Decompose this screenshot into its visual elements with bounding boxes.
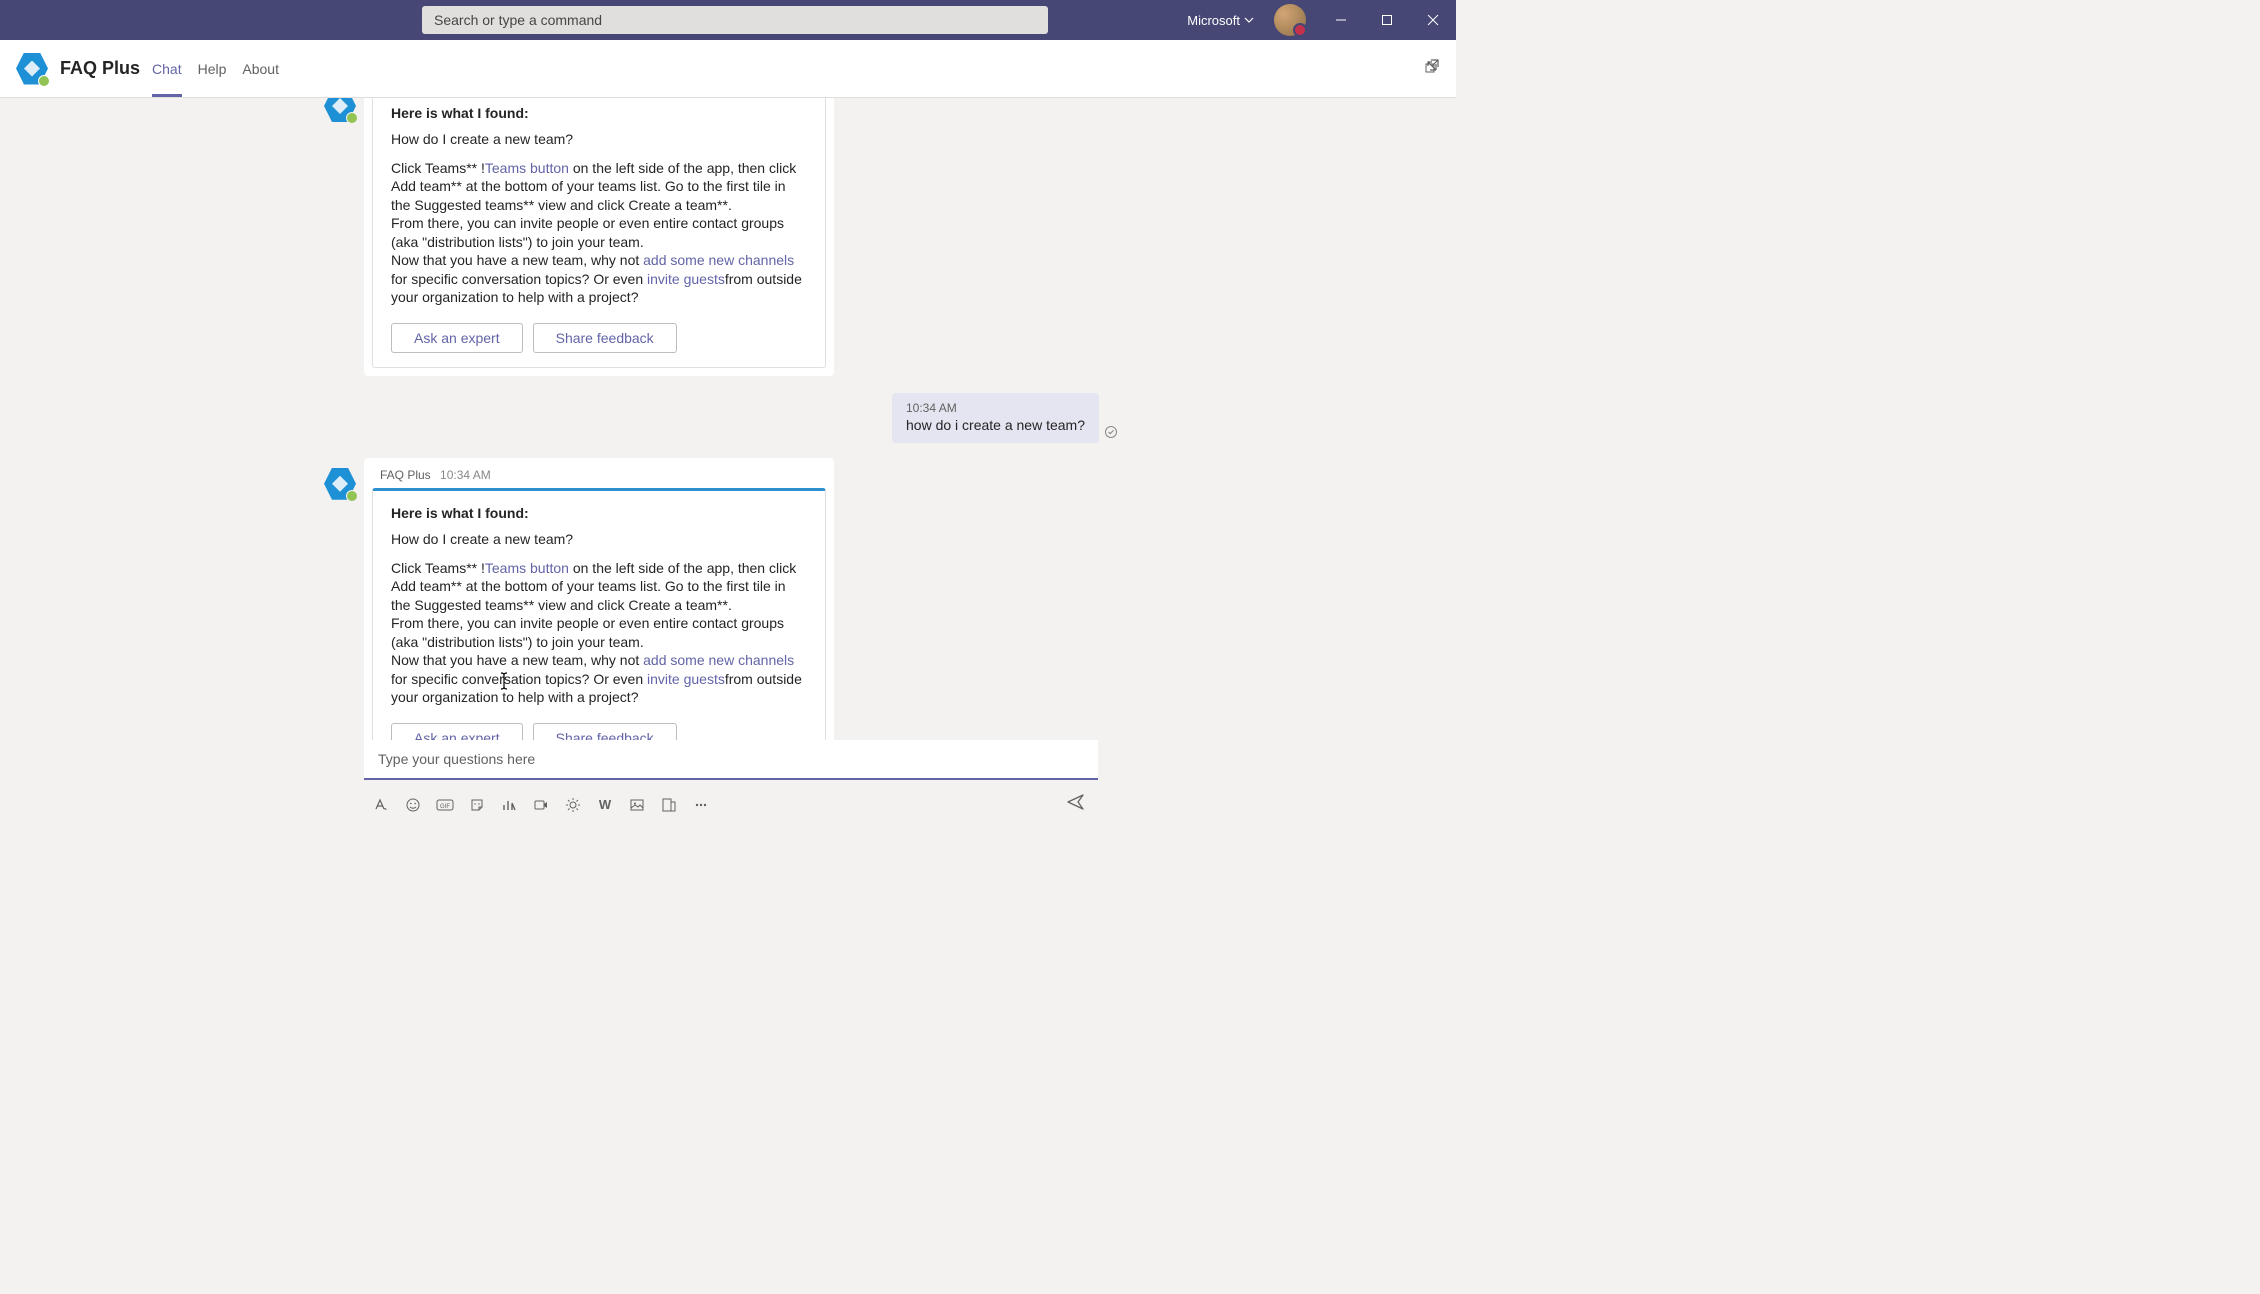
- format-icon[interactable]: [368, 792, 394, 818]
- news-icon[interactable]: [656, 792, 682, 818]
- minimize-button[interactable]: [1318, 0, 1364, 40]
- org-label: Microsoft: [1187, 13, 1240, 28]
- tab-help[interactable]: Help: [198, 40, 227, 97]
- chat-area: Here is what I found: How do I create a …: [0, 98, 1456, 834]
- bot-avatar: [324, 98, 356, 122]
- card-title: Here is what I found:: [391, 105, 807, 121]
- bot-avatar: [324, 468, 356, 500]
- org-dropdown[interactable]: Microsoft: [1179, 13, 1262, 28]
- teams-button-link[interactable]: Teams button: [485, 560, 569, 576]
- send-button[interactable]: [1058, 788, 1094, 821]
- window-controls: [1318, 0, 1456, 40]
- teams-button-link[interactable]: Teams button: [485, 160, 569, 176]
- svg-text:GIF: GIF: [440, 804, 450, 810]
- wiki-icon[interactable]: W: [592, 792, 618, 818]
- bot-message-bubble: Here is what I found: How do I create a …: [364, 98, 834, 376]
- gif-icon[interactable]: GIF: [432, 792, 458, 818]
- titlebar-right: Microsoft: [1179, 0, 1456, 40]
- card-body: Click Teams** !Teams button on the left …: [391, 159, 807, 307]
- search-input[interactable]: Search or type a command: [422, 6, 1048, 34]
- bot-message: Here is what I found: How do I create a …: [324, 98, 1456, 376]
- send-icon: [1066, 792, 1086, 812]
- user-message-text: how do i create a new team?: [906, 417, 1085, 433]
- weather-icon[interactable]: [560, 792, 586, 818]
- close-icon: [1427, 14, 1439, 26]
- search-placeholder: Search or type a command: [434, 12, 602, 28]
- title-bar: Search or type a command Microsoft: [0, 0, 1456, 40]
- message-input[interactable]: [364, 740, 1098, 780]
- card-actions: Ask an expert Share feedback: [391, 723, 807, 741]
- add-channels-link[interactable]: add some new channels: [643, 252, 794, 268]
- minimize-icon: [1335, 14, 1347, 26]
- image-icon[interactable]: [624, 792, 650, 818]
- bot-message-bubble: FAQ Plus 10:34 AM Here is what I found: …: [364, 458, 834, 740]
- bot-message: FAQ Plus 10:34 AM Here is what I found: …: [324, 458, 1456, 740]
- invite-guests-link[interactable]: invite guests: [647, 271, 725, 287]
- chevron-down-icon: [1244, 15, 1254, 25]
- card-title: Here is what I found:: [391, 505, 807, 521]
- stream-icon[interactable]: [528, 792, 554, 818]
- share-feedback-button[interactable]: Share feedback: [533, 323, 677, 353]
- maximize-icon: [1381, 14, 1393, 26]
- card-actions: Ask an expert Share feedback: [391, 323, 807, 353]
- sent-status-icon: [1104, 425, 1118, 444]
- maximize-button[interactable]: [1364, 0, 1410, 40]
- card-question: How do I create a new team?: [391, 131, 807, 147]
- sticker-icon[interactable]: [464, 792, 490, 818]
- tab-about[interactable]: About: [242, 40, 279, 97]
- user-message-time: 10:34 AM: [906, 401, 1085, 415]
- card-question: How do I create a new team?: [391, 531, 807, 547]
- composer-toolbar: GIF W: [364, 780, 1098, 829]
- bot-name: FAQ Plus: [380, 468, 431, 482]
- close-button[interactable]: [1410, 0, 1456, 40]
- tabs: Chat Help About: [152, 40, 279, 97]
- app-icon: [16, 53, 48, 85]
- answer-card: Here is what I found: How do I create a …: [372, 488, 826, 740]
- app-title: FAQ Plus: [60, 58, 140, 79]
- composer: GIF W: [364, 740, 1098, 834]
- more-icon[interactable]: [688, 792, 714, 818]
- messages: Here is what I found: How do I create a …: [0, 98, 1456, 740]
- ask-expert-button[interactable]: Ask an expert: [391, 723, 523, 741]
- share-feedback-button[interactable]: Share feedback: [533, 723, 677, 741]
- user-message: 10:34 AM how do i create a new team?: [892, 393, 1099, 443]
- tab-chat[interactable]: Chat: [152, 40, 182, 97]
- card-body: Click Teams** !Teams button on the left …: [391, 559, 807, 707]
- bot-message-meta: FAQ Plus 10:34 AM: [372, 466, 826, 488]
- popout-button[interactable]: [1424, 58, 1440, 79]
- avatar[interactable]: [1274, 4, 1306, 36]
- header-bar: FAQ Plus Chat Help About: [0, 40, 1456, 98]
- poll-icon[interactable]: [496, 792, 522, 818]
- emoji-icon[interactable]: [400, 792, 426, 818]
- invite-guests-link[interactable]: invite guests: [647, 671, 725, 687]
- popout-icon: [1424, 58, 1440, 74]
- answer-card: Here is what I found: How do I create a …: [372, 98, 826, 368]
- bot-time: 10:34 AM: [440, 468, 491, 482]
- add-channels-link[interactable]: add some new channels: [643, 652, 794, 668]
- ask-expert-button[interactable]: Ask an expert: [391, 323, 523, 353]
